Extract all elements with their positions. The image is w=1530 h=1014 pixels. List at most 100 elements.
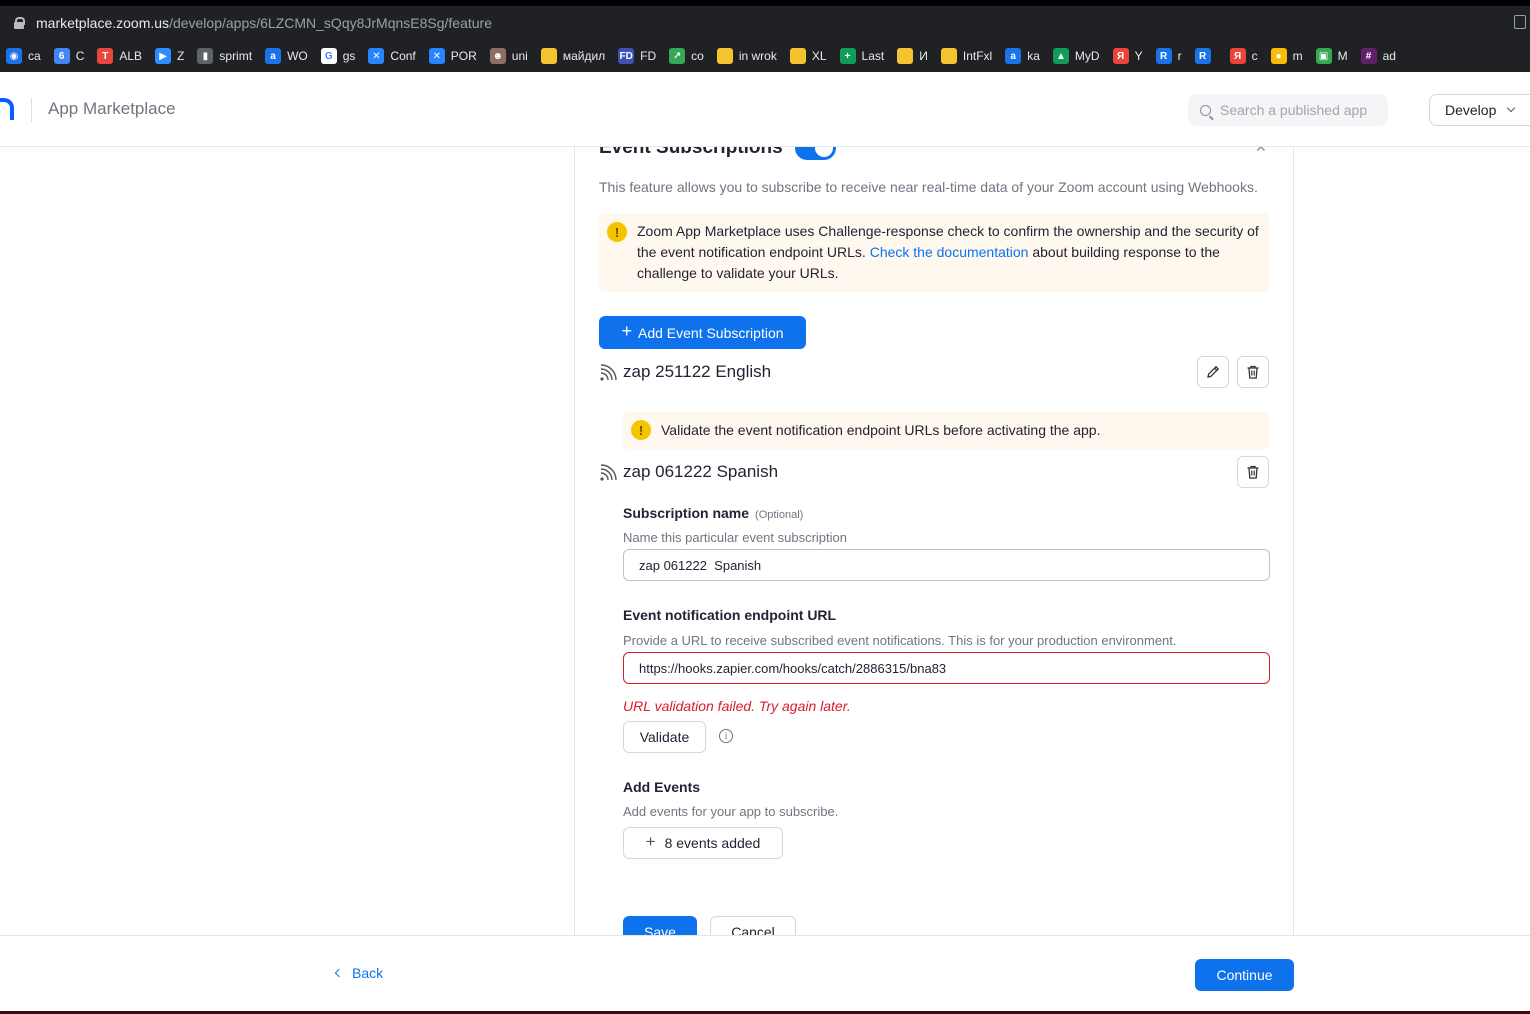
share-icon[interactable]: [1514, 15, 1526, 29]
bookmark-item[interactable]: T ALB: [97, 48, 142, 64]
bookmark-item[interactable]: Ggs: [320, 48, 356, 64]
chevron-down-icon: [1507, 103, 1516, 113]
subscription-name[interactable]: zap 251122 English: [623, 362, 771, 382]
bookmark-item[interactable]: ↗ co: [669, 48, 704, 64]
bookmark-item[interactable]: a ka: [1005, 48, 1040, 64]
event-subscriptions-toggle[interactable]: [795, 147, 836, 160]
develop-dropdown[interactable]: Develop: [1429, 94, 1530, 126]
bookmark-item[interactable]: ЯY: [1112, 48, 1143, 64]
bookmark-label: ad: [1382, 49, 1396, 63]
bookmark-label: gs: [342, 49, 356, 63]
bookmark-item[interactable]: ✕ POR: [428, 48, 477, 64]
lock-icon[interactable]: [14, 17, 25, 29]
bookmark-icon: [897, 48, 914, 64]
bookmark-label: майдил: [562, 49, 606, 63]
search-input[interactable]: [1220, 102, 1380, 118]
bookmark-item[interactable]: in wrok: [716, 48, 777, 64]
delete-subscription-button[interactable]: [1237, 456, 1269, 488]
bookmark-icon: a: [265, 48, 282, 64]
continue-button[interactable]: Continue: [1195, 959, 1294, 991]
plus-icon: +: [645, 832, 656, 851]
bookmark-label: POR: [450, 49, 477, 63]
challenge-response-banner: ! Zoom App Marketplace uses Challenge-re…: [599, 213, 1269, 292]
bookmark-icon: Я: [1229, 48, 1246, 64]
validate-button[interactable]: Validate: [623, 721, 706, 753]
bookmark-item[interactable]: ▣ M: [1315, 48, 1348, 64]
bookmarks-bar: ◉ ca 6 C T ALB ▶ Z ▮ sprimt a WO Ggs ✕ Conf ✕ POR ☻ uni май…: [0, 40, 1530, 72]
bookmark-icon: ✕: [368, 48, 385, 64]
subscription-row[interactable]: zap 251122 English: [599, 356, 1269, 388]
bookmark-item[interactable]: И: [897, 48, 928, 64]
trash-icon: [1247, 365, 1259, 379]
bookmark-label: r: [1177, 49, 1182, 63]
subscription-name[interactable]: zap 061222 Spanish: [623, 462, 778, 482]
bookmark-icon: Я: [1112, 48, 1129, 64]
bookmark-item[interactable]: FD FD: [618, 48, 656, 64]
bookmark-item[interactable]: ▶ Z: [155, 48, 184, 64]
subscription-row[interactable]: zap 061222 Spanish: [599, 456, 1269, 488]
feature-panel: Event Subscriptions ✕ This feature allow…: [574, 147, 1294, 935]
bookmark-item[interactable]: # ad: [1360, 48, 1396, 64]
bookmark-item[interactable]: ● m: [1270, 48, 1303, 64]
bookmark-label: И: [919, 49, 928, 63]
search-box[interactable]: [1188, 94, 1388, 126]
bookmark-item[interactable]: + Last: [839, 48, 884, 64]
info-icon[interactable]: i: [719, 729, 733, 743]
bookmark-label: ka: [1027, 49, 1040, 63]
bookmark-item[interactable]: Rr: [1155, 48, 1182, 64]
bookmark-item[interactable]: майдил: [540, 48, 606, 64]
bookmark-item[interactable]: Яc: [1229, 48, 1258, 64]
bookmark-icon: ●: [1270, 48, 1287, 64]
bookmark-item[interactable]: R: [1194, 48, 1217, 64]
bookmark-label: WO: [287, 49, 308, 63]
back-link[interactable]: Back: [334, 965, 384, 981]
endpoint-url-help: Provide a URL to receive subscribed even…: [623, 633, 1177, 648]
app-title[interactable]: App Marketplace: [48, 99, 176, 119]
bookmark-item[interactable]: a WO: [265, 48, 308, 64]
bookmark-item[interactable]: ☻ uni: [489, 48, 528, 64]
bookmark-icon: a: [1005, 48, 1022, 64]
plus-icon: +: [621, 321, 632, 341]
bookmark-item[interactable]: ▮ sprimt: [197, 48, 252, 64]
bookmark-item[interactable]: ✕ Conf: [368, 48, 416, 64]
add-event-subscription-label: Add Event Subscription: [637, 324, 784, 341]
cancel-button[interactable]: Cancel: [710, 916, 796, 935]
save-button[interactable]: Save: [623, 916, 697, 935]
rss-feed-icon: [600, 464, 617, 481]
header-divider: [31, 98, 32, 122]
rss-feed-icon: [600, 364, 617, 381]
bookmark-item[interactable]: XL: [789, 48, 827, 64]
bookmark-item[interactable]: ◉ ca: [6, 48, 41, 64]
edit-subscription-button[interactable]: [1197, 356, 1229, 388]
bookmark-label: m: [1292, 49, 1303, 63]
bookmark-label: co: [691, 49, 704, 63]
address-bar[interactable]: marketplace.zoom.us/develop/apps/6LZCMN_…: [0, 6, 1530, 40]
bookmark-icon: [540, 48, 557, 64]
bookmark-icon: ☻: [489, 48, 506, 64]
zoom-logo-icon[interactable]: [0, 98, 14, 120]
bookmark-item[interactable]: IntFxl: [940, 48, 992, 64]
bookmark-icon: 6: [53, 48, 70, 64]
bookmark-label: Z: [177, 49, 185, 63]
collapse-icon[interactable]: ✕: [1255, 147, 1267, 156]
endpoint-url-input[interactable]: [623, 652, 1270, 684]
url-host: marketplace.zoom.us: [36, 15, 170, 31]
main-content[interactable]: Event Subscriptions ✕ This feature allow…: [0, 147, 1530, 935]
events-added-button[interactable]: + 8 events added: [623, 827, 783, 859]
add-events-help: Add events for your app to subscribe.: [623, 804, 839, 819]
bookmark-label: XL: [811, 49, 827, 63]
subscription-name-input[interactable]: [623, 549, 1270, 581]
bookmark-item[interactable]: 6C: [53, 48, 84, 64]
bookmark-item[interactable]: ▲ MyD: [1052, 48, 1100, 64]
back-label: Back: [352, 965, 384, 981]
add-event-subscription-button[interactable]: + Add Event Subscription: [599, 316, 806, 349]
bookmark-icon: ▲: [1052, 48, 1069, 64]
bookmark-icon: T: [97, 48, 114, 64]
trash-icon: [1247, 465, 1259, 479]
footer-bar: Back Continue: [0, 935, 1530, 1011]
url-text[interactable]: marketplace.zoom.us/develop/apps/6LZCMN_…: [36, 15, 492, 31]
documentation-link[interactable]: Check the documentation: [870, 244, 1029, 260]
delete-subscription-button[interactable]: [1237, 356, 1269, 388]
bookmark-icon: ▮: [197, 48, 214, 64]
banner-text: Zoom App Marketplace uses Challenge-resp…: [637, 221, 1265, 284]
